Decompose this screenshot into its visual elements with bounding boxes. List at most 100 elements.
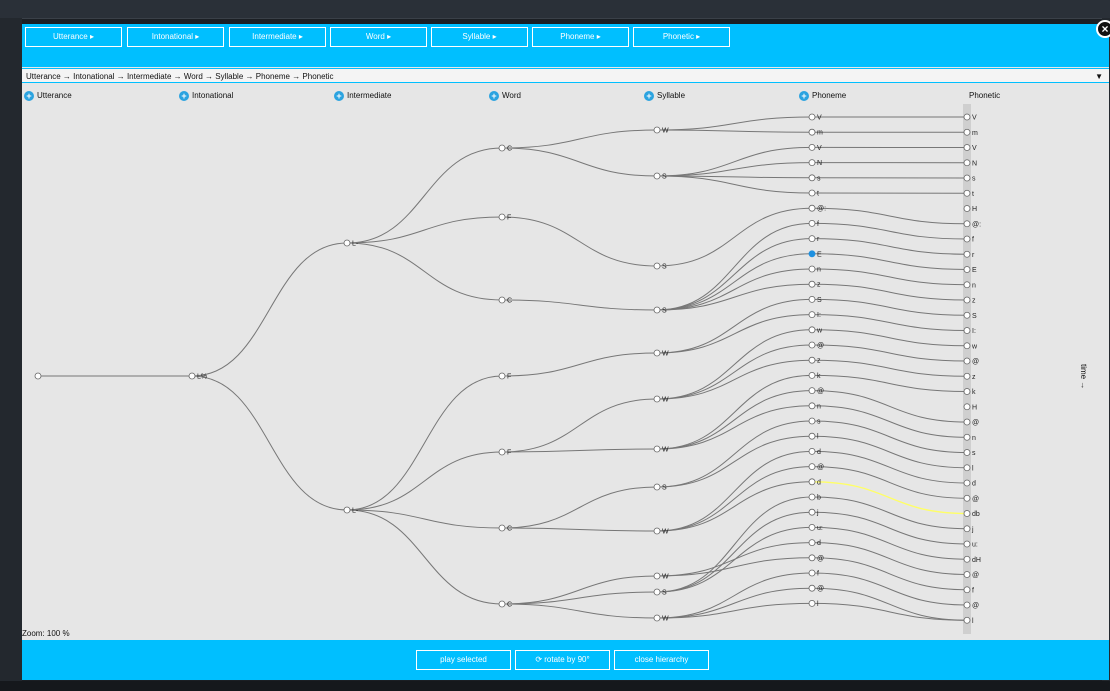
phoneme-node[interactable] bbox=[808, 447, 816, 455]
phoneme-node[interactable] bbox=[808, 295, 816, 303]
syllable-node[interactable] bbox=[653, 445, 661, 453]
phoneme-node[interactable] bbox=[808, 554, 816, 562]
phoneme-node[interactable] bbox=[808, 311, 816, 319]
phoneme-node[interactable] bbox=[808, 219, 816, 227]
syllable-node[interactable] bbox=[653, 572, 661, 580]
phonetic-node[interactable] bbox=[963, 403, 971, 411]
phonetic-node[interactable] bbox=[963, 388, 971, 395]
phonetic-node[interactable] bbox=[963, 357, 971, 365]
phonetic-node[interactable] bbox=[963, 159, 971, 167]
syllable-node[interactable] bbox=[653, 527, 661, 535]
phoneme-node[interactable] bbox=[808, 463, 816, 471]
phonetic-node[interactable] bbox=[963, 433, 971, 441]
syllable-node[interactable] bbox=[653, 349, 661, 357]
syllable-node[interactable] bbox=[653, 588, 661, 596]
phonetic-node[interactable] bbox=[963, 586, 971, 594]
phonetic-node[interactable] bbox=[963, 372, 971, 380]
close-icon[interactable]: × bbox=[1096, 20, 1110, 38]
syllable-node[interactable] bbox=[653, 262, 661, 270]
phonetic-node[interactable] bbox=[963, 342, 971, 350]
phoneme-node[interactable] bbox=[808, 113, 816, 121]
phoneme-node[interactable] bbox=[808, 417, 816, 425]
close-hierarchy-button[interactable]: close hierarchy bbox=[614, 650, 709, 670]
phoneme-node[interactable] bbox=[808, 280, 816, 288]
phonetic-node[interactable] bbox=[963, 296, 971, 304]
phonetic-node[interactable] bbox=[963, 113, 971, 121]
intonational-node[interactable] bbox=[188, 372, 196, 380]
phonetic-node[interactable] bbox=[963, 311, 971, 319]
phonetic-node[interactable] bbox=[963, 128, 971, 136]
phoneme-node-label: j bbox=[816, 510, 819, 517]
phoneme-node[interactable] bbox=[808, 402, 816, 410]
syllable-node[interactable] bbox=[653, 395, 661, 403]
tree-link bbox=[811, 450, 968, 484]
phonetic-node[interactable] bbox=[963, 601, 971, 609]
phonetic-node[interactable] bbox=[963, 464, 971, 472]
phonetic-node[interactable] bbox=[963, 205, 971, 212]
syllable-node[interactable] bbox=[653, 614, 661, 622]
phoneme-node[interactable] bbox=[808, 265, 816, 273]
syllable-node[interactable] bbox=[653, 126, 661, 134]
phoneme-node-label: n bbox=[817, 403, 821, 410]
phoneme-node[interactable] bbox=[808, 387, 816, 395]
phoneme-node[interactable] bbox=[808, 493, 816, 501]
play-selected-button[interactable]: play selected bbox=[416, 650, 511, 670]
phoneme-node[interactable] bbox=[808, 250, 816, 258]
phoneme-node[interactable] bbox=[808, 341, 816, 349]
phoneme-node[interactable] bbox=[808, 159, 816, 167]
phonetic-node[interactable] bbox=[963, 174, 971, 182]
phoneme-node[interactable] bbox=[808, 523, 816, 531]
phonetic-node-label: s bbox=[972, 176, 976, 183]
syllable-node[interactable] bbox=[653, 306, 661, 314]
phonetic-node[interactable] bbox=[963, 494, 971, 502]
phonetic-node[interactable] bbox=[963, 571, 971, 578]
phoneme-node[interactable] bbox=[808, 478, 816, 486]
word-node[interactable] bbox=[498, 372, 506, 380]
word-node[interactable] bbox=[498, 524, 506, 532]
word-node[interactable] bbox=[498, 448, 506, 456]
phoneme-node[interactable] bbox=[808, 371, 816, 379]
phoneme-node[interactable] bbox=[808, 584, 816, 592]
phonetic-node[interactable] bbox=[963, 418, 971, 426]
phonetic-node[interactable] bbox=[963, 144, 971, 151]
phonetic-node[interactable] bbox=[963, 555, 971, 563]
phonetic-node[interactable] bbox=[963, 235, 971, 243]
word-node[interactable] bbox=[498, 213, 506, 221]
phonetic-node[interactable] bbox=[963, 281, 971, 289]
phonetic-node[interactable] bbox=[963, 266, 971, 273]
phoneme-node[interactable] bbox=[808, 356, 816, 364]
phoneme-node[interactable] bbox=[808, 432, 816, 440]
phonetic-node[interactable] bbox=[963, 189, 971, 197]
phoneme-node[interactable] bbox=[808, 600, 816, 607]
phoneme-node[interactable] bbox=[808, 204, 816, 212]
phonetic-node[interactable] bbox=[963, 510, 971, 517]
phonetic-node[interactable] bbox=[963, 250, 971, 258]
phoneme-node[interactable] bbox=[808, 128, 816, 136]
phonetic-node[interactable] bbox=[963, 540, 971, 548]
phonetic-node[interactable] bbox=[963, 449, 971, 456]
phoneme-node[interactable] bbox=[808, 326, 816, 334]
utterance-node[interactable] bbox=[34, 372, 42, 380]
syllable-node[interactable] bbox=[653, 483, 661, 491]
syllable-node[interactable] bbox=[653, 172, 661, 180]
phoneme-node[interactable] bbox=[808, 569, 816, 577]
word-node[interactable] bbox=[498, 296, 506, 304]
phonetic-node[interactable] bbox=[963, 220, 971, 228]
phoneme-node[interactable] bbox=[808, 508, 816, 516]
tree-link bbox=[501, 147, 658, 177]
phoneme-node[interactable] bbox=[808, 539, 816, 546]
phoneme-node[interactable] bbox=[808, 189, 816, 197]
phonetic-node[interactable] bbox=[963, 525, 971, 533]
phoneme-node[interactable] bbox=[808, 174, 816, 182]
phonetic-node[interactable] bbox=[963, 616, 971, 624]
word-node[interactable] bbox=[498, 144, 506, 152]
phonetic-node[interactable] bbox=[963, 479, 971, 487]
intermediate-node[interactable] bbox=[343, 506, 351, 514]
phonetic-node[interactable] bbox=[963, 327, 971, 334]
rotate-button[interactable]: ⟳ rotate by 90° bbox=[515, 650, 610, 670]
intermediate-node[interactable] bbox=[343, 239, 351, 247]
phoneme-node[interactable] bbox=[808, 144, 816, 151]
word-node[interactable] bbox=[498, 600, 506, 608]
phoneme-node[interactable] bbox=[808, 235, 816, 243]
tree-link bbox=[346, 509, 503, 605]
